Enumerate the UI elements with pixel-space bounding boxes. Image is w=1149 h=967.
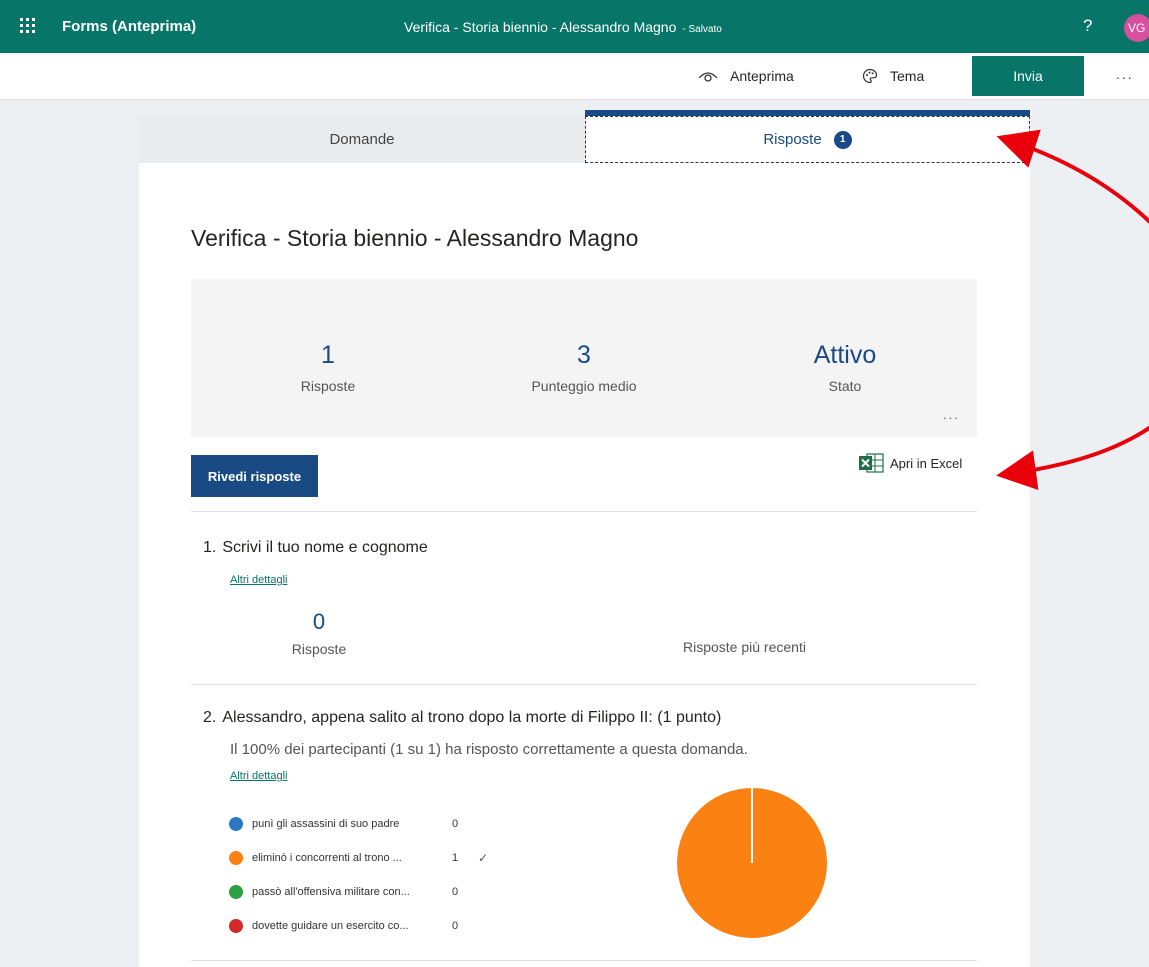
excel-icon [859,453,884,473]
tab-questions[interactable]: Domande [139,116,585,163]
theme-button[interactable]: Tema [862,53,924,99]
summary-panel: 1 Risposte 3 Punteggio medio Attivo Stat… [191,279,977,437]
open-in-excel-button[interactable]: Apri in Excel [858,452,962,474]
stat-status: Attivo Stato [720,341,970,394]
divider [191,960,977,961]
legend-item: punì gli assassini di suo padre 0 [229,811,529,837]
option-label: eliminò i concorrenti al trono ... [252,852,402,864]
stat-label: Stato [828,378,862,394]
stat-value: Attivo [813,341,877,369]
question-text: Alessandro, appena salito al trono dopo … [222,709,722,726]
question-2-details-link[interactable]: Altri dettagli [230,770,287,782]
save-status: - Salvato [682,24,722,35]
command-bar: Anteprima Tema Invia ... [0,53,1149,100]
preview-button[interactable]: Anteprima [698,53,794,99]
document-title-text: Verifica - Storia biennio - Alessandro M… [404,19,677,35]
question-2-title: 2. Alessandro, appena salito al trono dop… [203,709,721,727]
legend-swatch-2 [229,885,243,899]
form-title: Verifica - Storia biennio - Alessandro M… [191,225,639,251]
answers-pie-chart [677,788,827,938]
legend-item: passò all'offensiva militare con... 0 [229,879,529,905]
app-launcher-icon[interactable] [20,18,36,34]
legend-swatch-1 [229,851,243,865]
question-number: 2. [203,709,217,726]
avatar[interactable]: VG [1124,14,1149,42]
focus-outline [585,116,1030,163]
app-name[interactable]: Forms (Anteprima) [62,18,196,35]
stat-average-score: 3 Punteggio medio [459,341,709,394]
summary-more-icon[interactable]: ... [943,407,960,422]
count-value: 0 [312,609,326,634]
theme-label: Tema [890,68,925,84]
legend-item: eliminò i concorrenti al trono ... 1 ✓ [229,845,529,871]
legend-swatch-0 [229,817,243,831]
tab-responses[interactable]: Risposte 1 [585,110,1030,163]
recent-responses-label: Risposte più recenti [683,639,806,655]
question-text: Scrivi il tuo nome e cognome [222,539,428,556]
open-in-excel-label: Apri in Excel [890,455,963,471]
stat-value: 3 [577,341,591,369]
divider [191,511,977,512]
count-label: Risposte [291,641,347,657]
option-count: 0 [452,886,459,898]
legend-item: dovette guidare un esercito co... 0 [229,913,529,939]
stat-value: 1 [321,341,335,369]
document-title: Verifica - Storia biennio - Alessandro M… [404,19,722,35]
help-icon[interactable]: ? [1083,16,1092,36]
review-responses-button[interactable]: Rivedi risposte [191,455,318,497]
stat-responses: 1 Risposte [203,341,453,394]
responses-card: Verifica - Storia biennio - Alessandro M… [139,163,1030,967]
stat-label: Risposte [300,378,356,394]
option-label: punì gli assassini di suo padre [252,818,400,830]
palette-icon [862,68,878,84]
option-count: 1 [452,852,459,864]
more-options-icon[interactable]: ... [1116,66,1134,82]
question-number: 1. [203,539,217,556]
tab-questions-label: Domande [329,131,395,148]
option-count: 0 [452,920,459,932]
question-1-details-link[interactable]: Altri dettagli [230,574,287,586]
question-2-correct-note: Il 100% dei partecipanti (1 su 1) ha ris… [230,741,748,758]
question-1-title: 1. Scrivi il tuo nome e cognome [203,539,428,557]
stat-label: Punteggio medio [531,378,637,394]
view-tabs: Domande Risposte 1 [139,110,1030,163]
answer-legend: punì gli assassini di suo padre 0 elimin… [229,811,529,947]
question-1-response-count: 0 Risposte [269,609,369,657]
eye-icon [698,72,718,82]
option-label: passò all'offensiva militare con... [252,886,410,898]
preview-label: Anteprima [730,68,794,84]
option-count: 0 [452,818,459,830]
option-label: dovette guidare un esercito co... [252,920,409,932]
divider [191,684,977,685]
send-button[interactable]: Invia [972,56,1084,96]
app-bar: Forms (Anteprima) Verifica - Storia bien… [0,0,1149,53]
checkmark-icon: ✓ [478,851,489,865]
legend-swatch-3 [229,919,243,933]
